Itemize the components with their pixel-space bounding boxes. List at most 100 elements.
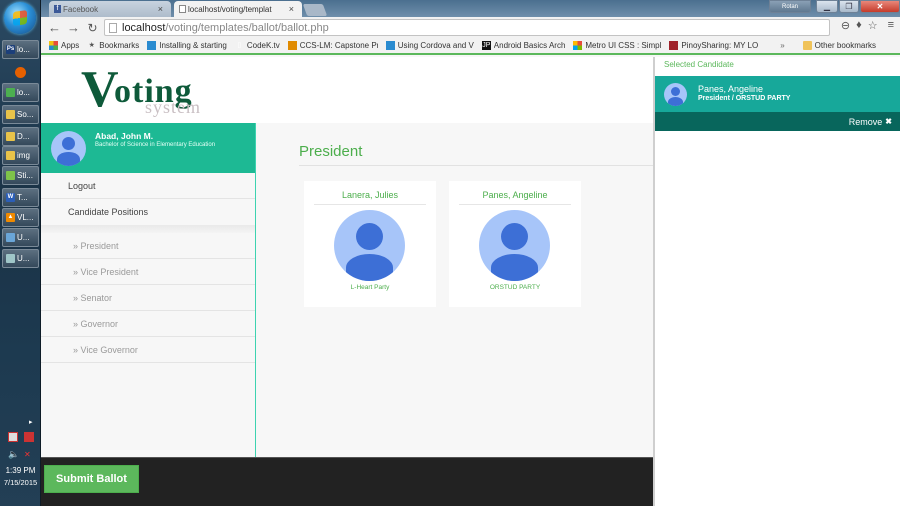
chevron-right-icon: » <box>73 318 81 329</box>
action-center-icon[interactable] <box>8 432 18 442</box>
bookmark-star-icon[interactable]: ☆ <box>868 19 878 32</box>
screen: Ps lo... lo... So... D... img Sti... W T... ▲ VL..… <box>0 0 900 506</box>
candidate-card[interactable]: Lanera, Julies L-Heart Party <box>304 181 436 307</box>
facebook-icon: f <box>54 5 61 13</box>
logout-link[interactable]: Logout <box>41 173 255 199</box>
bookmarks-overflow-button[interactable]: » <box>780 41 784 50</box>
taskbar-item[interactable]: So... <box>2 105 39 124</box>
submit-ballot-button[interactable]: Submit Ballot <box>44 465 139 493</box>
forward-button[interactable]: → <box>64 20 83 35</box>
cordova-icon <box>385 41 395 50</box>
bookmark-item[interactable]: CCS-LM: Capstone Pr <box>287 41 378 50</box>
remove-selection-button[interactable]: Remove ✖ <box>655 112 900 131</box>
clock-date[interactable]: 7/15/2015 <box>0 478 41 487</box>
bookmark-item[interactable]: PinoySharing: MY LO <box>669 41 758 50</box>
folder-icon <box>6 132 15 141</box>
candidate-card[interactable]: Panes, Angeline ORSTUD PARTY <box>449 181 581 307</box>
word-icon: W <box>6 193 15 202</box>
sidebar: Abad, John M. Bachelor of Science in Ele… <box>41 123 255 457</box>
taskbar-item[interactable]: Ps lo... <box>2 40 39 59</box>
bookmark-item[interactable]: JP Android Basics Arch <box>481 41 566 50</box>
remove-x-icon: ✖ <box>885 117 892 126</box>
bookmark-item[interactable]: Apps <box>49 41 79 50</box>
maximize-button[interactable]: ❐ <box>839 0 859 13</box>
tab-label: localhost/voting/templat <box>188 4 272 14</box>
folder-icon <box>6 151 15 160</box>
taskbar-item-label: lo... <box>17 88 30 97</box>
tab-facebook[interactable]: f Facebook × <box>49 1 171 17</box>
bookmark-item[interactable]: ▯ CodeK.tv <box>235 41 280 50</box>
folder-icon <box>802 41 812 50</box>
taskbar-item[interactable]: U... <box>2 228 39 247</box>
taskbar-item[interactable]: ▲ VL... <box>2 208 39 227</box>
position-label: Vice President <box>80 266 139 277</box>
user-profile: Abad, John M. Bachelor of Science in Ele… <box>41 123 255 173</box>
moodle-icon <box>287 41 297 50</box>
taskbar-item[interactable]: Sti... <box>2 166 39 185</box>
close-tab-icon[interactable]: × <box>289 4 294 14</box>
new-tab-button[interactable] <box>302 4 328 16</box>
sticky-notes-icon <box>6 171 15 180</box>
network-icon[interactable]: ✕ <box>24 450 31 459</box>
bookmark-label: Android Basics Arch <box>493 41 566 50</box>
position-label: Vice Governor <box>80 344 138 355</box>
position-link[interactable]: » Vice Governor <box>41 337 255 363</box>
other-bookmarks[interactable]: Other bookmarks <box>802 41 876 50</box>
selected-candidate-avatar <box>664 83 687 106</box>
key-icon[interactable]: ♦ <box>856 19 862 32</box>
taskbar-item[interactable]: U... <box>2 249 39 268</box>
taskbar-item[interactable]: lo... <box>2 83 39 102</box>
bookmark-item[interactable]: ★ Bookmarks <box>87 41 140 50</box>
back-button[interactable]: ← <box>45 20 64 35</box>
candidate-party: ORSTUD PARTY <box>489 284 541 291</box>
selected-candidate-label: Selected Candidate <box>664 60 734 69</box>
position-link[interactable]: » Vice President <box>41 259 255 285</box>
windows-taskbar: Ps lo... lo... So... D... img Sti... W T... ▲ VL..… <box>0 0 41 506</box>
app-icon <box>6 254 15 263</box>
volume-icon[interactable]: 🔈 <box>8 449 19 460</box>
bookmark-item[interactable]: Using Cordova and V <box>385 41 474 50</box>
bookmarks-bar: Apps ★ Bookmarks Installing & starting ▯ Code… <box>41 38 900 55</box>
profile-badge[interactable]: Rotan <box>769 0 811 13</box>
minimize-button[interactable]: ▁ <box>816 0 838 13</box>
taskbar-item[interactable]: img <box>2 146 39 165</box>
tab-ballot[interactable]: localhost/voting/templat × <box>174 1 302 17</box>
url-path: /voting/templates/ballot/ballot.php <box>165 21 329 34</box>
bookmark-item[interactable]: Metro UI CSS : Simpl <box>573 41 661 50</box>
page-header: V oting system <box>41 57 653 123</box>
close-tab-icon[interactable]: × <box>158 4 163 14</box>
bookmark-item[interactable]: Installing & starting <box>147 41 227 50</box>
menu-icon[interactable]: ≡ <box>888 19 894 32</box>
close-window-button[interactable]: ✕ <box>860 0 900 13</box>
clock-time[interactable]: 1:39 PM <box>0 466 41 475</box>
taskbar-item[interactable] <box>2 63 39 82</box>
position-link[interactable]: » Governor <box>41 311 255 337</box>
bookmark-label: PinoySharing: MY LO <box>681 41 759 50</box>
network-warning-icon[interactable] <box>24 432 34 442</box>
taskbar-item-label: U... <box>17 233 30 242</box>
bookmark-label: CodeK.tv <box>246 41 280 50</box>
reload-button[interactable]: ↻ <box>83 21 102 35</box>
taskbar-item[interactable]: W T... <box>2 188 39 207</box>
taskbar-item[interactable]: D... <box>2 127 39 146</box>
jp-icon: JP <box>481 41 491 50</box>
start-button[interactable] <box>4 2 36 34</box>
firefox-icon <box>15 67 26 78</box>
address-bar[interactable]: localhost/voting/templates/ballot/ballot… <box>104 19 830 36</box>
candidate-party: L-Heart Party <box>350 284 390 291</box>
card-divider <box>314 204 426 205</box>
menu-divider <box>41 225 255 233</box>
show-hidden-icons[interactable]: ▸ <box>29 418 33 426</box>
position-link[interactable]: » Senator <box>41 285 255 311</box>
chrome-icon <box>6 88 15 97</box>
position-link[interactable]: » President <box>41 233 255 259</box>
metro-icon <box>573 41 583 50</box>
candidate-name: Lanera, Julies <box>341 190 399 200</box>
zoom-icon[interactable]: ⊖ <box>841 19 850 32</box>
candidate-positions-header[interactable]: Candidate Positions <box>41 199 255 225</box>
voting-system-logo: V oting system <box>81 64 200 118</box>
taskbar-item-label: img <box>17 151 30 160</box>
selected-candidate-name: Panes, Angeline <box>698 84 764 94</box>
bookmark-label: Metro UI CSS : Simpl <box>585 41 662 50</box>
tab-label: Facebook <box>63 4 99 14</box>
